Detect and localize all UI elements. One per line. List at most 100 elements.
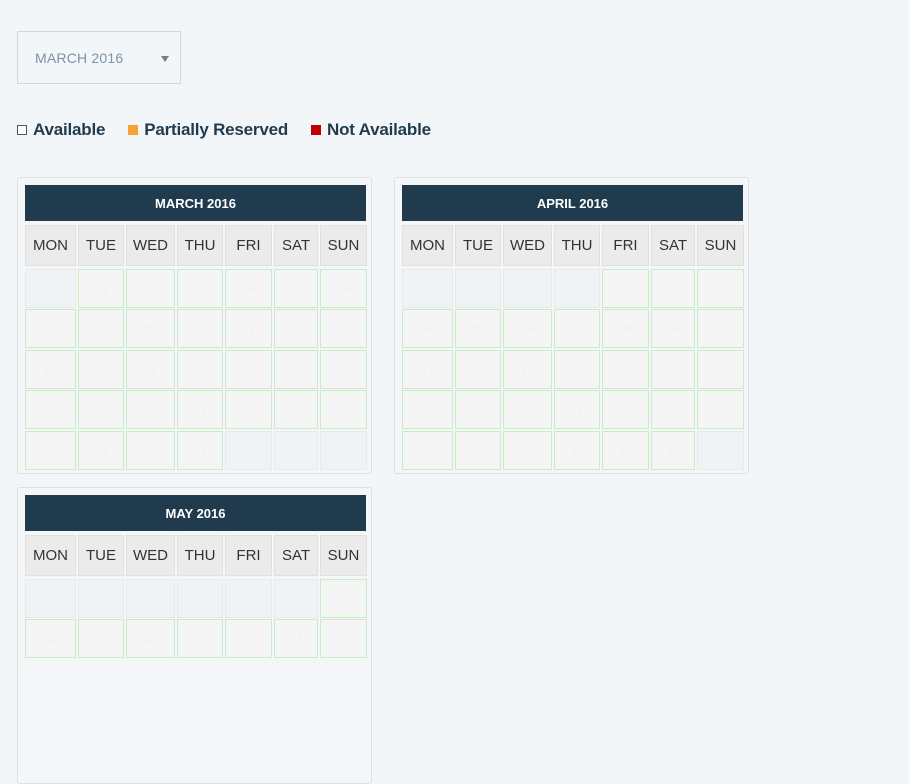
empty-cell — [225, 579, 272, 618]
day-cell[interactable]: 10 — [177, 309, 223, 348]
day-cell[interactable]: 07 — [274, 619, 318, 658]
day-cell[interactable]: 15 — [78, 350, 124, 389]
day-cell[interactable]: 04 — [225, 269, 272, 308]
day-cell[interactable]: 07 — [554, 309, 600, 348]
day-cell[interactable]: 13 — [320, 309, 367, 348]
day-cell[interactable]: 05 — [177, 619, 223, 658]
empty-cell — [455, 269, 501, 308]
not-available-swatch — [311, 125, 322, 135]
weekday-header: THU — [177, 225, 223, 266]
calendar-title: MARCH 2016 — [25, 185, 366, 221]
day-cell[interactable]: 06 — [320, 269, 367, 308]
day-cell[interactable]: 19 — [455, 390, 501, 429]
day-cell[interactable]: 08 — [320, 619, 367, 658]
empty-cell — [25, 269, 76, 308]
day-cell[interactable]: 20 — [320, 350, 367, 389]
weekday-header: SAT — [651, 225, 695, 266]
day-cell[interactable]: 06 — [225, 619, 272, 658]
day-cell[interactable]: 17 — [697, 350, 744, 389]
weekday-header: MON — [25, 225, 76, 266]
day-cell[interactable]: 21 — [554, 390, 600, 429]
weekday-header: MON — [402, 225, 453, 266]
day-cell[interactable]: 20 — [503, 390, 552, 429]
weekday-header: SAT — [274, 535, 318, 576]
day-cell[interactable]: 05 — [274, 269, 318, 308]
day-cell[interactable]: 04 — [126, 619, 175, 658]
day-cell[interactable]: 04 — [402, 309, 453, 348]
weekday-header: SUN — [320, 535, 367, 576]
day-cell[interactable]: 18 — [225, 350, 272, 389]
day-cell[interactable]: 05 — [455, 309, 501, 348]
day-cell[interactable]: 15 — [602, 350, 649, 389]
weekday-header: FRI — [602, 225, 649, 266]
weekday-header: WED — [126, 225, 175, 266]
weekday-header: SUN — [320, 225, 367, 266]
day-cell[interactable]: 26 — [274, 390, 318, 429]
day-cell[interactable]: 02 — [651, 269, 695, 308]
day-cell[interactable]: 26 — [455, 431, 501, 470]
day-cell[interactable]: 25 — [225, 390, 272, 429]
day-cell[interactable]: 25 — [402, 431, 453, 470]
day-cell[interactable]: 18 — [402, 390, 453, 429]
day-cell[interactable]: 23 — [651, 390, 695, 429]
day-cell[interactable]: 08 — [602, 309, 649, 348]
weekday-header: WED — [503, 225, 552, 266]
weekday-header: TUE — [455, 225, 501, 266]
day-cell[interactable]: 14 — [554, 350, 600, 389]
empty-cell — [225, 431, 272, 470]
day-cell[interactable]: 30 — [651, 431, 695, 470]
day-cell[interactable]: 29 — [78, 431, 124, 470]
weekday-header: FRI — [225, 535, 272, 576]
day-cell[interactable]: 09 — [651, 309, 695, 348]
day-cell[interactable]: 01 — [602, 269, 649, 308]
day-cell[interactable]: 03 — [177, 269, 223, 308]
day-cell[interactable]: 24 — [697, 390, 744, 429]
empty-cell — [402, 269, 453, 308]
day-cell[interactable]: 22 — [602, 390, 649, 429]
day-cell[interactable]: 12 — [274, 309, 318, 348]
day-cell[interactable]: 01 — [78, 269, 124, 308]
day-cell[interactable]: 11 — [225, 309, 272, 348]
available-swatch — [17, 125, 27, 135]
day-cell[interactable]: 24 — [177, 390, 223, 429]
day-cell[interactable]: 21 — [25, 390, 76, 429]
day-cell[interactable]: 28 — [25, 431, 76, 470]
day-cell[interactable]: 02 — [25, 619, 76, 658]
empty-cell — [126, 579, 175, 618]
legend-label: Available — [33, 120, 106, 139]
day-cell[interactable]: 19 — [274, 350, 318, 389]
day-cell[interactable]: 16 — [126, 350, 175, 389]
calendar-march-2016: MARCH 2016 MON TUE WED THU FRI SAT SUN 01 02 03 04… — [17, 177, 372, 474]
day-cell[interactable]: 17 — [177, 350, 223, 389]
legend-not-available: Not Available — [311, 120, 431, 140]
day-cell[interactable]: 12 — [455, 350, 501, 389]
weekday-header: TUE — [78, 535, 124, 576]
empty-cell — [274, 431, 318, 470]
calendar-title: APRIL 2016 — [402, 185, 743, 221]
weekday-header: MON — [25, 535, 76, 576]
day-cell[interactable]: 28 — [554, 431, 600, 470]
day-cell[interactable]: 22 — [78, 390, 124, 429]
day-cell[interactable]: 31 — [177, 431, 223, 470]
day-cell[interactable]: 07 — [25, 309, 76, 348]
day-cell[interactable]: 27 — [320, 390, 367, 429]
day-cell[interactable]: 27 — [503, 431, 552, 470]
day-cell[interactable]: 03 — [697, 269, 744, 308]
month-select[interactable]: MARCH 2016 — [17, 31, 181, 84]
day-cell[interactable]: 09 — [126, 309, 175, 348]
day-cell[interactable]: 01 — [320, 579, 367, 618]
day-cell[interactable]: 23 — [126, 390, 175, 429]
day-cell[interactable]: 16 — [651, 350, 695, 389]
day-cell[interactable]: 13 — [503, 350, 552, 389]
legend-label: Partially Reserved — [144, 120, 289, 139]
day-cell[interactable]: 08 — [78, 309, 124, 348]
day-cell[interactable]: 02 — [126, 269, 175, 308]
day-cell[interactable]: 30 — [126, 431, 175, 470]
day-cell[interactable]: 11 — [402, 350, 453, 389]
day-cell[interactable]: 10 — [697, 309, 744, 348]
day-cell[interactable]: 14 — [25, 350, 76, 389]
day-cell[interactable]: 03 — [78, 619, 124, 658]
day-cell[interactable]: 06 — [503, 309, 552, 348]
day-cell[interactable]: 29 — [602, 431, 649, 470]
calendar-may-2016: MAY 2016 MON TUE WED THU FRI SAT SUN 01 02 03 04 05… — [17, 487, 372, 784]
